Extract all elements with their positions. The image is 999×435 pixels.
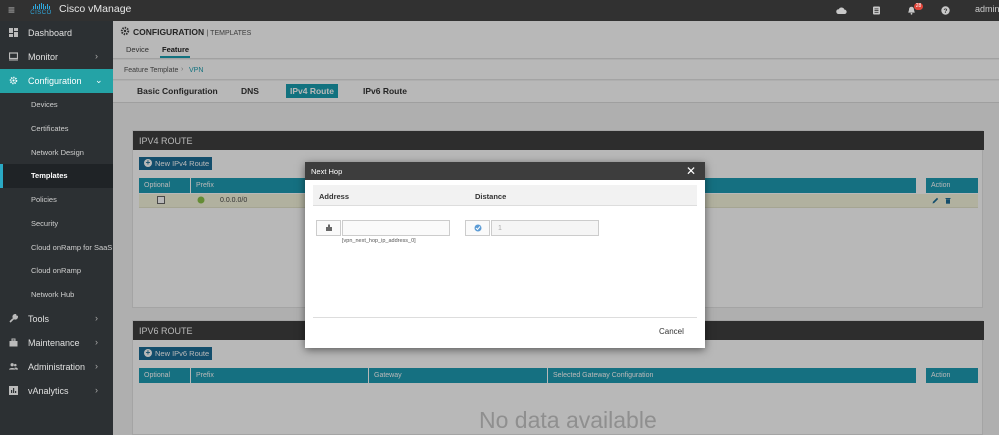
sidebar-sub-label: Cloud onRamp for SaaS	[31, 243, 113, 252]
chevron-right-icon: ›	[95, 313, 98, 323]
distance-input[interactable]	[491, 220, 599, 236]
sidebar-sub-certificates[interactable]: Certificates	[0, 117, 113, 141]
sidebar-item-label: Tools	[28, 314, 50, 324]
top-bar: ≡ CISCO Cisco vManage 28 ? admin	[0, 0, 999, 21]
sidebar-item-label: vAnalytics	[28, 386, 69, 396]
sidebar-item-label: Maintenance	[28, 338, 80, 348]
chevron-right-icon: ›	[95, 361, 98, 371]
device-specific-icon	[326, 224, 332, 231]
close-icon[interactable]: ✕	[686, 164, 696, 178]
user-menu[interactable]: admin	[975, 4, 999, 14]
sidebar-sub-label: Network Design	[31, 148, 84, 157]
sidebar-item-dashboard[interactable]: Dashboard	[0, 21, 113, 45]
chevron-right-icon: ›	[95, 337, 98, 347]
distance-scope-dropdown[interactable]	[465, 220, 490, 236]
gear-icon	[9, 76, 18, 85]
address-variable-hint: [vpn_next_hop_ip_address_0]	[342, 238, 416, 244]
col-distance: Distance	[475, 192, 507, 201]
sidebar-sub-network-hub[interactable]: Network Hub	[0, 283, 113, 307]
chevron-down-icon: ⌄	[95, 75, 103, 85]
dialog-title: Next Hop	[311, 167, 343, 176]
sidebar-item-label: Administration	[28, 362, 86, 372]
sidebar-item-vanalytics[interactable]: vAnalytics ›	[0, 379, 113, 403]
notification-badge: 28	[914, 3, 923, 10]
address-scope-dropdown[interactable]	[316, 220, 341, 236]
sidebar-sub-label: Devices	[31, 100, 58, 109]
sidebar-item-maintenance[interactable]: Maintenance ›	[0, 331, 113, 355]
sidebar-sub-label: Security	[31, 219, 59, 228]
svg-text:?: ?	[944, 8, 948, 15]
sidebar-sub-label: Network Hub	[31, 290, 75, 299]
cisco-logo: CISCO	[29, 3, 53, 18]
sidebar-sub-security[interactable]: Security	[0, 212, 113, 236]
app-title: Cisco vManage	[59, 3, 132, 15]
sidebar-item-label: Dashboard	[28, 28, 73, 38]
dialog-divider	[313, 317, 697, 318]
sidebar-item-label: Monitor	[28, 52, 59, 62]
dashboard-icon	[9, 28, 18, 37]
sidebar-sub-cloud-onramp-saas[interactable]: Cloud onRamp for SaaS	[0, 236, 113, 260]
cloud-icon[interactable]	[836, 6, 847, 15]
sidebar-item-administration[interactable]: Administration ›	[0, 355, 113, 379]
sidebar-sub-label: Certificates	[31, 124, 69, 133]
next-hop-dialog: Next Hop ✕ Address Distance [vpn_next_ho…	[305, 162, 705, 348]
sidebar-sub-label: Cloud onRamp	[31, 266, 82, 275]
sidebar-item-configuration[interactable]: Configuration ⌄	[0, 69, 113, 93]
sidebar-sub-policies[interactable]: Policies	[0, 188, 113, 212]
sidebar-sub-network-design[interactable]: Network Design	[0, 141, 113, 165]
sidebar-sub-label: Templates	[31, 171, 68, 180]
sidebar: Dashboard Monitor › Configuration ⌄ Devi…	[0, 21, 113, 435]
sidebar-sub-label: Policies	[31, 195, 57, 204]
dialog-header: Next Hop ✕	[305, 162, 705, 180]
sidebar-sub-devices[interactable]: Devices	[0, 93, 113, 117]
sidebar-item-monitor[interactable]: Monitor ›	[0, 45, 113, 69]
sidebar-sub-cloud-onramp[interactable]: Cloud onRamp	[0, 259, 113, 283]
tasks-icon[interactable]	[872, 6, 881, 15]
col-address: Address	[319, 192, 350, 201]
sidebar-sub-templates[interactable]: Templates	[0, 164, 113, 188]
address-input[interactable]	[342, 220, 450, 236]
users-icon	[9, 363, 18, 370]
wrench-icon	[9, 314, 18, 323]
hamburger-icon[interactable]: ≡	[8, 4, 15, 16]
chevron-right-icon: ›	[95, 385, 98, 395]
sidebar-item-label: Configuration	[28, 76, 82, 86]
analytics-icon	[9, 386, 18, 395]
cancel-button[interactable]: Cancel	[659, 327, 684, 336]
sidebar-item-tools[interactable]: Tools ›	[0, 307, 113, 331]
toolbox-icon	[9, 338, 18, 347]
chevron-right-icon: ›	[95, 51, 98, 61]
monitor-icon	[9, 52, 18, 61]
default-check-icon	[474, 224, 482, 232]
help-icon[interactable]: ?	[941, 6, 950, 15]
dialog-columns: Address Distance	[313, 185, 697, 206]
